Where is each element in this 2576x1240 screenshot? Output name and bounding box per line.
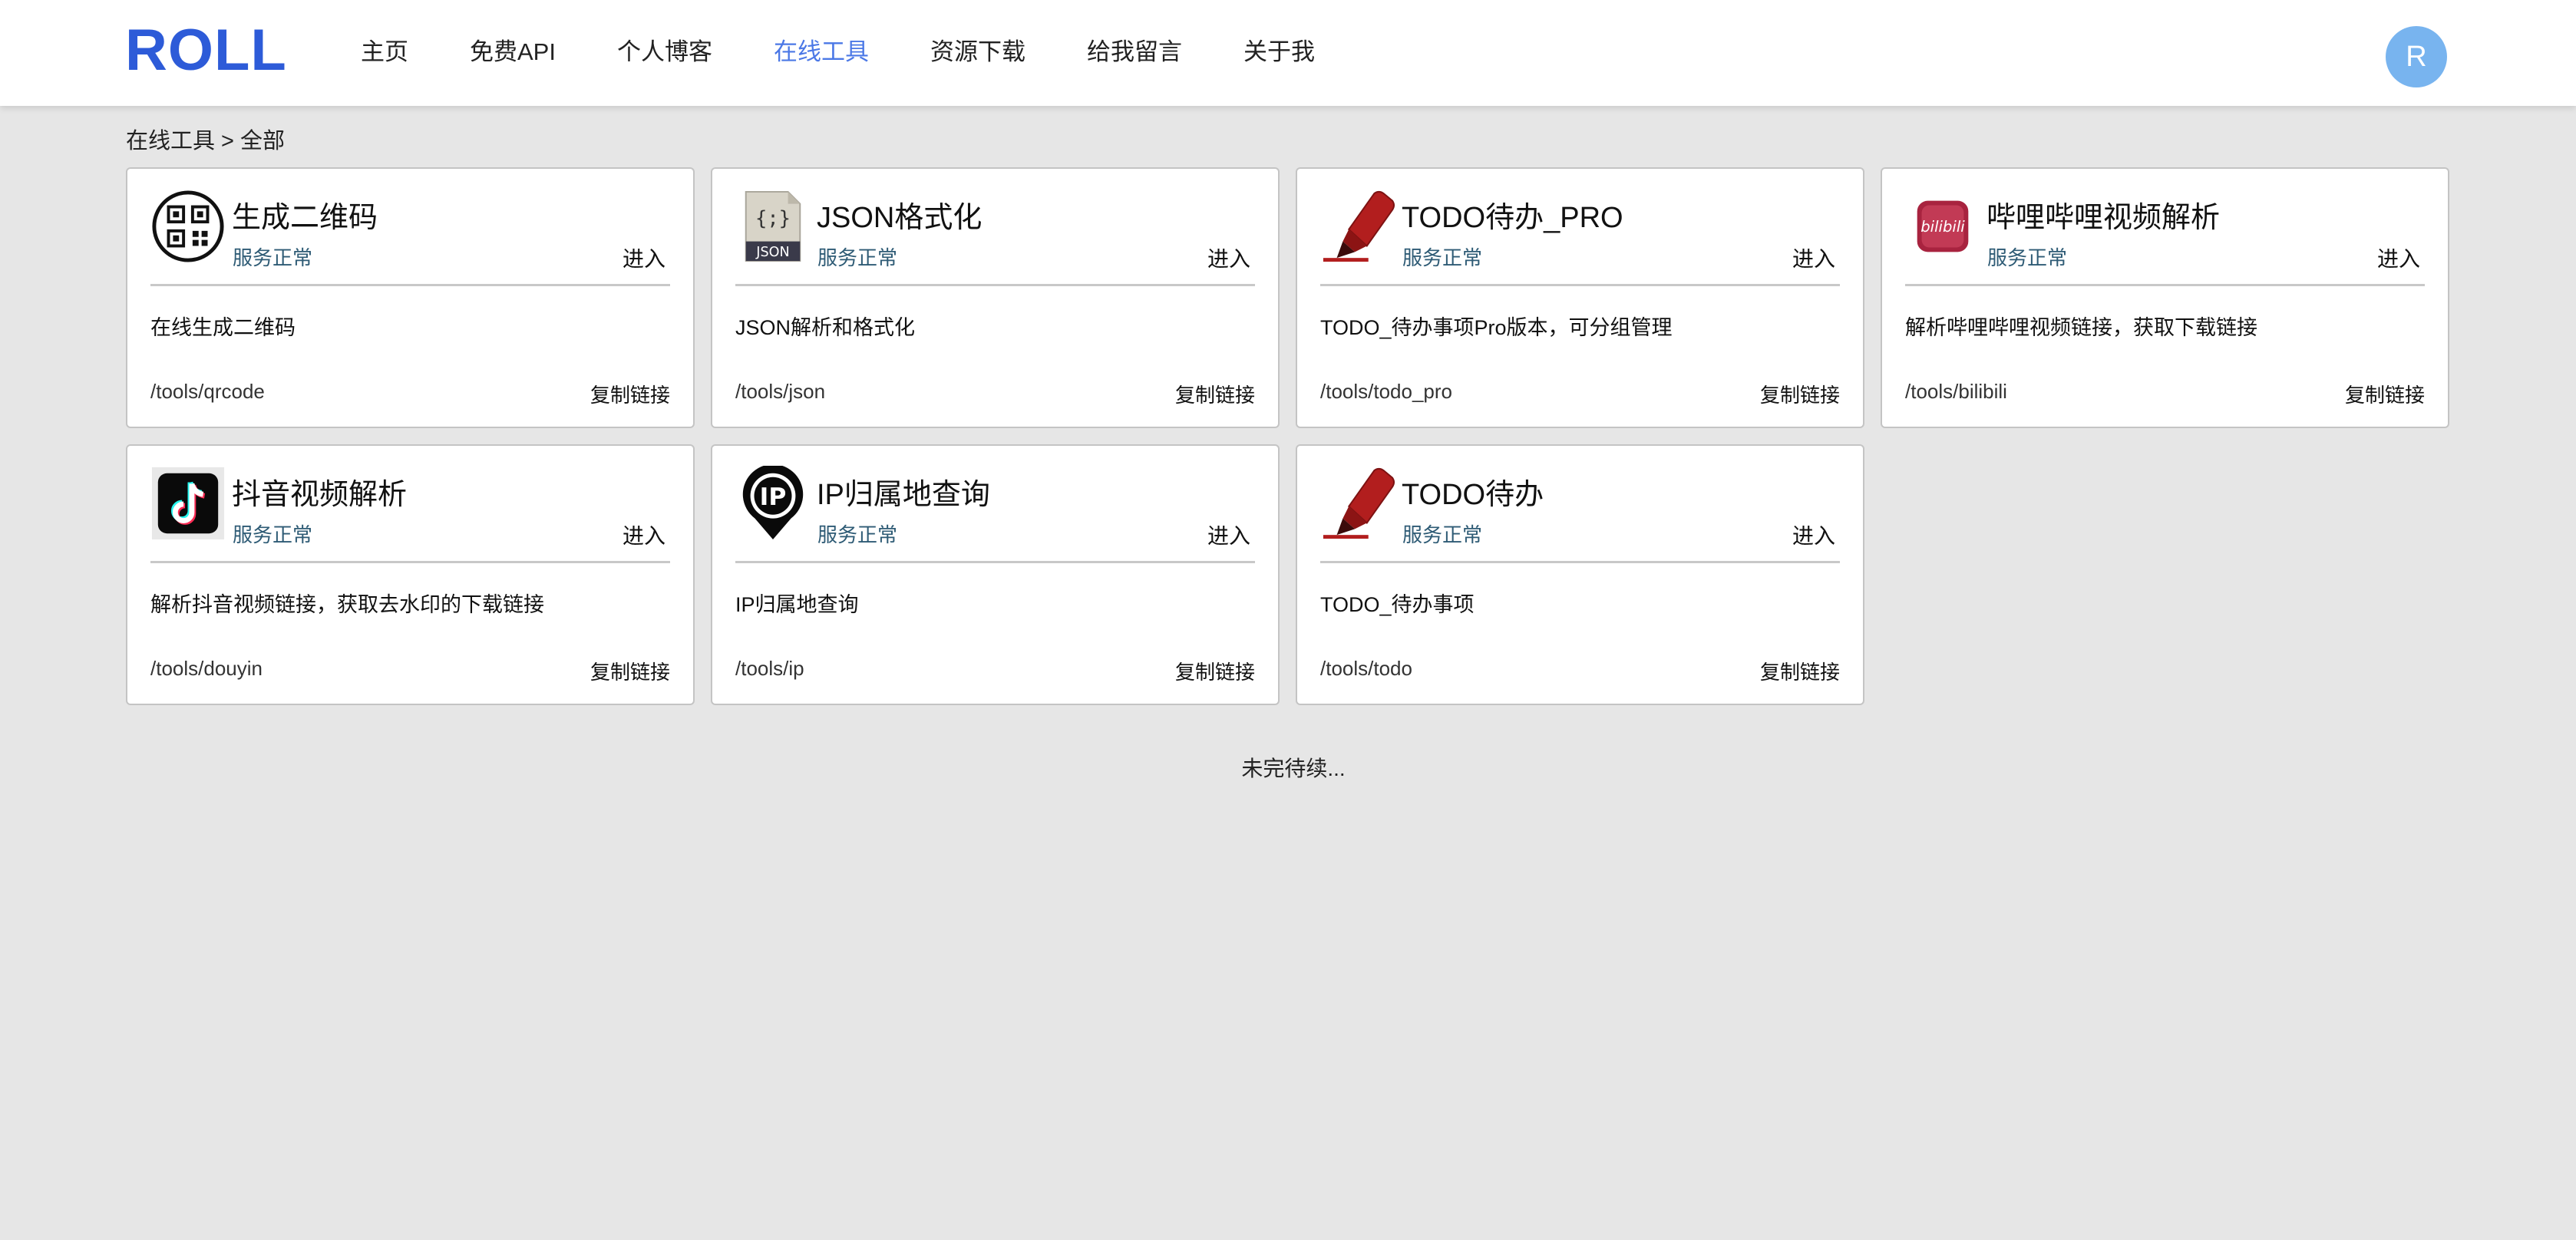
copy-link-button[interactable]: 复制链接 xyxy=(1175,657,1255,685)
enter-button[interactable]: 进入 xyxy=(623,242,665,273)
json-file-icon: {;} JSON xyxy=(735,189,811,264)
tiktok-icon xyxy=(150,466,226,541)
divider xyxy=(1320,561,1840,563)
status-badge: 服务正常 xyxy=(233,523,313,546)
ip-location-icon: IP xyxy=(735,466,811,541)
card-description: 在线生成二维码 xyxy=(150,316,296,339)
divider xyxy=(735,284,1255,286)
status-badge: 服务正常 xyxy=(1987,246,2068,269)
tool-card-ip: IP IP归属地查询 服务正常 进入 IP归属地查询 /tools/ip 复制链… xyxy=(711,444,1280,705)
card-description: 解析哔哩哔哩视频链接，获取下载链接 xyxy=(1905,316,2257,339)
card-title: 生成二维码 xyxy=(232,202,378,234)
enter-button[interactable]: 进入 xyxy=(2377,242,2420,273)
marker-icon xyxy=(1320,189,1395,264)
card-title: 哔哩哔哩视频解析 xyxy=(1986,202,2221,234)
divider xyxy=(150,561,670,563)
tool-card-douyin: 抖音视频解析 服务正常 进入 解析抖音视频链接，获取去水印的下载链接 /tool… xyxy=(126,444,695,705)
tool-path: /tools/ip xyxy=(735,657,804,680)
main-nav: 主页 免费API 个人博客 在线工具 资源下载 给我留言 关于我 xyxy=(361,35,1376,69)
tool-card-todo: TODO待办 服务正常 进入 TODO_待办事项 /tools/todo 复制链… xyxy=(1296,444,1864,705)
status-badge: 服务正常 xyxy=(1402,523,1483,546)
copy-link-button[interactable]: 复制链接 xyxy=(2345,380,2425,408)
marker-icon xyxy=(1320,466,1395,541)
enter-button[interactable]: 进入 xyxy=(1207,242,1250,273)
qrcode-icon xyxy=(150,189,226,264)
status-badge: 服务正常 xyxy=(1402,246,1483,269)
svg-text:{;}: {;} xyxy=(755,207,791,230)
enter-button[interactable]: 进入 xyxy=(1792,242,1835,273)
status-badge: 服务正常 xyxy=(817,246,898,269)
nav-item-about[interactable]: 关于我 xyxy=(1243,35,1315,69)
tool-path: /tools/todo xyxy=(1320,657,1412,680)
card-title: JSON格式化 xyxy=(817,202,983,234)
card-description: IP归属地查询 xyxy=(735,593,859,616)
tool-grid: 生成二维码 服务正常 进入 在线生成二维码 /tools/qrcode 复制链接… xyxy=(126,167,2449,705)
copy-link-button[interactable]: 复制链接 xyxy=(1175,380,1255,408)
divider xyxy=(1905,284,2425,286)
card-description: JSON解析和格式化 xyxy=(735,316,916,339)
card-title: TODO待办 xyxy=(1402,479,1544,511)
card-description: 解析抖音视频链接，获取去水印的下载链接 xyxy=(150,593,544,616)
nav-item-free-api[interactable]: 免费API xyxy=(470,35,556,69)
copy-link-button[interactable]: 复制链接 xyxy=(1760,380,1840,408)
bilibili-icon: bilibili xyxy=(1905,189,1980,264)
breadcrumb: 在线工具 > 全部 xyxy=(126,129,286,153)
divider xyxy=(1320,284,1840,286)
svg-text:JSON: JSON xyxy=(755,245,789,260)
status-badge: 服务正常 xyxy=(817,523,898,546)
svg-text:bilibili: bilibili xyxy=(1920,218,1965,236)
enter-button[interactable]: 进入 xyxy=(623,519,665,550)
card-title: 抖音视频解析 xyxy=(232,479,408,511)
avatar[interactable]: R xyxy=(2386,26,2447,87)
status-badge: 服务正常 xyxy=(233,246,313,269)
card-description: TODO_待办事项 xyxy=(1320,593,1475,616)
tool-card-json: {;} JSON JSON格式化 服务正常 进入 JSON解析和格式化 /too… xyxy=(711,167,1280,428)
tool-path: /tools/bilibili xyxy=(1905,380,2007,403)
top-header: ROLL 主页 免费API 个人博客 在线工具 资源下载 给我留言 关于我 R xyxy=(0,0,2576,106)
site-logo[interactable]: ROLL xyxy=(125,17,287,84)
svg-text:IP: IP xyxy=(760,483,787,511)
card-description: TODO_待办事项Pro版本，可分组管理 xyxy=(1320,316,1673,339)
copy-link-button[interactable]: 复制链接 xyxy=(1760,657,1840,685)
enter-button[interactable]: 进入 xyxy=(1792,519,1835,550)
nav-item-downloads[interactable]: 资源下载 xyxy=(930,35,1025,69)
nav-item-online-tools[interactable]: 在线工具 xyxy=(774,35,869,69)
tool-path: /tools/todo_pro xyxy=(1320,380,1453,403)
tool-path: /tools/douyin xyxy=(150,657,263,680)
card-title: IP归属地查询 xyxy=(817,479,990,511)
copy-link-button[interactable]: 复制链接 xyxy=(590,657,670,685)
tool-card-todo-pro: TODO待办_PRO 服务正常 进入 TODO_待办事项Pro版本，可分组管理 … xyxy=(1296,167,1864,428)
nav-item-home[interactable]: 主页 xyxy=(361,35,408,69)
copy-link-button[interactable]: 复制链接 xyxy=(590,380,670,408)
divider xyxy=(735,561,1255,563)
footer-note: 未完待续... xyxy=(1241,757,1346,780)
tool-path: /tools/qrcode xyxy=(150,380,265,403)
tool-path: /tools/json xyxy=(735,380,826,403)
nav-item-message[interactable]: 给我留言 xyxy=(1087,35,1182,69)
card-title: TODO待办_PRO xyxy=(1402,202,1623,234)
divider xyxy=(150,284,670,286)
nav-item-blog[interactable]: 个人博客 xyxy=(617,35,712,69)
tool-card-qrcode: 生成二维码 服务正常 进入 在线生成二维码 /tools/qrcode 复制链接 xyxy=(126,167,695,428)
enter-button[interactable]: 进入 xyxy=(1207,519,1250,550)
tool-card-bilibili: bilibili 哔哩哔哩视频解析 服务正常 进入 解析哔哩哔哩视频链接，获取下… xyxy=(1881,167,2449,428)
